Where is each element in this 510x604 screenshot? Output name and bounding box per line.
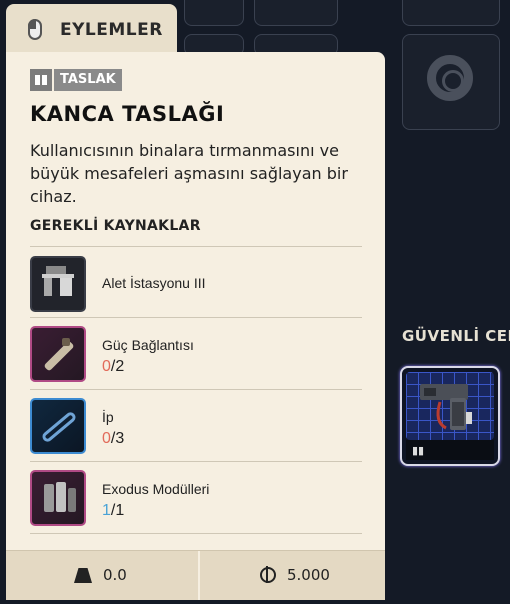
item-badge-row: ▮▮	[406, 440, 494, 460]
item-type-label: TASLAK	[54, 69, 122, 91]
grappling-hook-thumbnail	[406, 372, 494, 440]
item-weight: 0.0	[103, 566, 127, 584]
owned-count: 1	[102, 502, 111, 519]
divider	[30, 533, 362, 534]
ring-slot-icon	[427, 55, 473, 101]
required-resources-title: GEREKLİ KAYNAKLAR	[30, 218, 201, 234]
weight-icon	[74, 568, 92, 583]
resource-name: Alet İstasyonu III	[102, 275, 206, 291]
resource-row: Exodus Modülleri 1/1	[30, 464, 362, 530]
workbench-icon	[30, 256, 86, 312]
required-count: /2	[110, 358, 125, 375]
modules-icon	[30, 470, 86, 526]
actions-label: EYLEMLER	[60, 20, 163, 40]
resource-row: Alet İstasyonu III	[30, 250, 362, 316]
resource-count: 1/1	[102, 502, 124, 520]
actions-tab[interactable]: EYLEMLER	[6, 4, 177, 58]
resource-name: Exodus Modülleri	[102, 481, 210, 497]
divider	[30, 317, 362, 318]
resource-row: Güç Bağlantısı 0/2	[30, 320, 362, 386]
divider	[30, 461, 362, 462]
resource-row: İp 0/3	[30, 392, 362, 458]
item-description: Kullanıcısının binalara tırmanmasını ve …	[30, 141, 348, 206]
item-title: KANCA TASLAĞI	[30, 102, 225, 126]
item-price: 5.000	[287, 566, 330, 584]
item-footer: 0.0 5.000	[6, 550, 385, 600]
divider	[30, 246, 362, 247]
book-icon	[30, 69, 52, 91]
item-type-tag: TASLAK	[30, 69, 122, 91]
divider	[30, 389, 362, 390]
item-tooltip-panel: TASLAK KANCA TASLAĞI Kullanıcısının bina…	[6, 52, 385, 600]
inventory-slot[interactable]	[402, 0, 500, 26]
blueprint-book-icon: ▮▮	[412, 444, 425, 457]
resource-count: 0/2	[102, 358, 124, 376]
mouse-icon	[28, 19, 42, 40]
required-count: /3	[110, 430, 125, 447]
safe-pocket-item-card[interactable]: ▮▮	[400, 366, 500, 466]
power-rod-icon	[30, 326, 86, 382]
coin-icon	[260, 566, 276, 583]
grappling-hook-icon	[420, 384, 472, 430]
inventory-slot[interactable]	[184, 0, 244, 26]
empty-equipment-slot[interactable]	[402, 34, 500, 130]
footer-divider	[198, 551, 200, 600]
safe-pocket-label: GÜVENLİ CEP	[402, 327, 510, 345]
rope-icon	[30, 398, 86, 454]
resource-name: Güç Bağlantısı	[102, 337, 194, 353]
inventory-slot[interactable]	[254, 0, 338, 26]
resource-count: 0/3	[102, 430, 124, 448]
owned-count: 0	[102, 430, 111, 447]
owned-count: 0	[102, 358, 111, 375]
resource-name: İp	[102, 409, 114, 425]
required-count: /1	[110, 502, 125, 519]
